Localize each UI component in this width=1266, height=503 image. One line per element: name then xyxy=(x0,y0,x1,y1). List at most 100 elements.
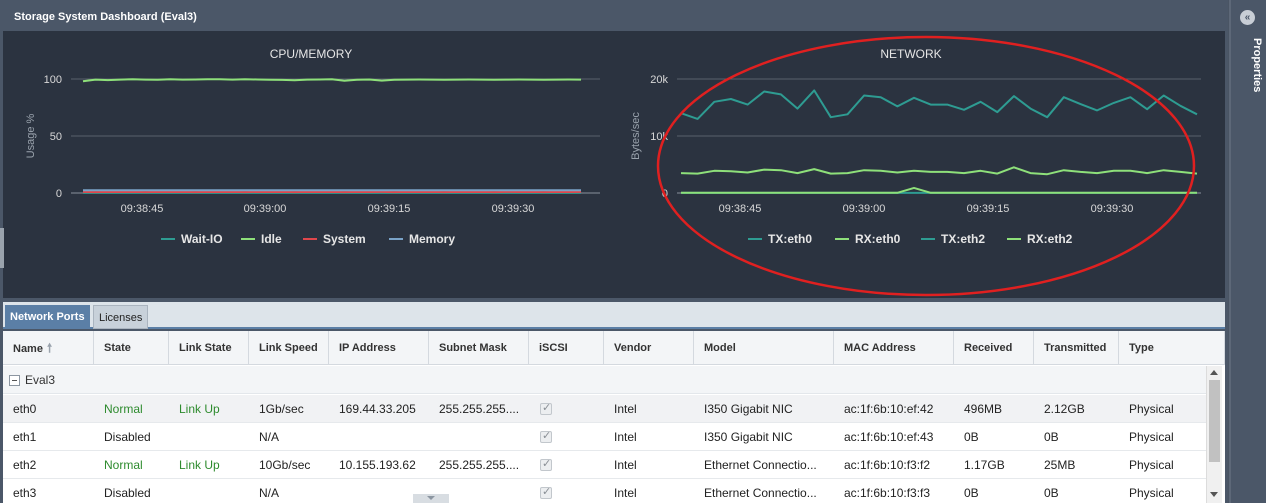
cell-subnet-mask xyxy=(429,423,529,451)
column-header-label: Name xyxy=(13,343,43,355)
network-ports-table: Name 🠕 State Link State Link Speed IP Add… xyxy=(3,331,1225,503)
cell-vendor: Intel xyxy=(614,402,637,416)
x-tick-label: 09:39:30 xyxy=(492,203,535,215)
cell-link-state: Link Up xyxy=(179,402,220,416)
column-header-ip-address[interactable]: IP Address xyxy=(329,331,429,365)
x-tick-label: 09:39:15 xyxy=(967,203,1010,215)
column-header-state[interactable]: State xyxy=(94,331,169,365)
cell-model: Ethernet Connectio... xyxy=(704,458,817,472)
cell-mac-address: ac:1f:6b:10:ef:43 xyxy=(844,430,934,444)
column-header-vendor[interactable]: Vendor xyxy=(604,331,694,365)
series-line-tx-eth0 xyxy=(680,89,1198,120)
legend-item: TX:eth2 xyxy=(941,232,985,246)
cell-type: Physical xyxy=(1129,402,1174,416)
column-header-model[interactable]: Model xyxy=(694,331,834,365)
x-tick-label: 09:38:45 xyxy=(121,203,164,215)
scroll-down-arrow-icon[interactable] xyxy=(1210,492,1218,497)
legend-item: Wait-IO xyxy=(181,232,223,246)
cell-mac-address: ac:1f:6b:10:f3:f2 xyxy=(844,458,931,472)
cell-state: Normal xyxy=(104,402,143,416)
cell-link-state xyxy=(169,423,249,451)
tab-network-ports[interactable]: Network Ports xyxy=(5,305,90,329)
cell-transmitted: 2.12GB xyxy=(1044,402,1085,416)
cell-link-state: Link Up xyxy=(179,458,220,472)
legend-item: Idle xyxy=(261,232,282,246)
cell-vendor: Intel xyxy=(614,430,637,444)
column-header-link-state[interactable]: Link State xyxy=(169,331,249,365)
cell-ip-address: 169.44.33.205 xyxy=(339,402,416,416)
left-resize-handle[interactable] xyxy=(0,228,4,268)
cell-link-speed: 1Gb/sec xyxy=(259,402,304,416)
column-header-mac-address[interactable]: MAC Address xyxy=(834,331,954,365)
column-header-iscsi[interactable]: iSCSI xyxy=(529,331,604,365)
cell-type: Physical xyxy=(1129,458,1174,472)
bottom-resize-handle[interactable] xyxy=(413,494,449,503)
y-tick-label: 50 xyxy=(50,131,62,143)
bottom-tabs: Network Ports Licenses xyxy=(3,302,1225,329)
table-row[interactable]: eth1 Disabled N/A Intel I350 Gigabit NIC… xyxy=(3,423,1207,451)
group-row[interactable]: Eval3 xyxy=(3,366,1207,394)
cell-link-state xyxy=(169,479,249,503)
column-header-subnet-mask[interactable]: Subnet Mask xyxy=(429,331,529,365)
x-tick-label: 09:39:15 xyxy=(368,203,411,215)
table-header: Name 🠕 State Link State Link Speed IP Add… xyxy=(3,331,1225,365)
legend-item: Memory xyxy=(409,232,455,246)
window-title: Storage System Dashboard (Eval3) xyxy=(3,3,1225,31)
series-line-rx-eth2 xyxy=(681,186,1197,194)
column-header-received[interactable]: Received xyxy=(954,331,1034,365)
column-header-name[interactable]: Name 🠕 xyxy=(3,331,94,365)
cell-transmitted: 25MB xyxy=(1044,458,1076,472)
collapse-minus-icon[interactable] xyxy=(9,375,20,386)
cell-transmitted: 0B xyxy=(1044,486,1059,500)
properties-side-panel: « Properties xyxy=(1229,0,1266,503)
x-tick-label: 09:38:45 xyxy=(719,203,762,215)
iscsi-checkbox[interactable] xyxy=(540,401,552,415)
series-line-idle xyxy=(82,78,582,83)
column-header-type[interactable]: Type xyxy=(1119,331,1225,365)
x-tick-label: 09:39:00 xyxy=(843,203,886,215)
chart-title: NETWORK xyxy=(880,47,941,61)
charts-area: CPU/MEMORY 100 50 0 Usage % 09:38:45 09:39:00 0… xyxy=(3,31,1225,298)
y-tick-label: 20k xyxy=(650,74,668,86)
cell-received: 0B xyxy=(964,486,979,500)
properties-label[interactable]: Properties xyxy=(1233,38,1263,92)
iscsi-checkbox[interactable] xyxy=(540,429,552,443)
scroll-up-arrow-icon[interactable] xyxy=(1210,370,1218,375)
cell-vendor: Intel xyxy=(614,486,637,500)
collapse-double-chevron-icon[interactable]: « xyxy=(1240,10,1255,25)
cell-subnet-mask: 255.255.255.... xyxy=(439,402,520,416)
cell-mac-address: ac:1f:6b:10:f3:f3 xyxy=(844,486,931,500)
cell-link-speed: N/A xyxy=(259,430,280,444)
cell-received: 0B xyxy=(964,430,979,444)
chart-title: CPU/MEMORY xyxy=(270,47,352,61)
cell-received: 496MB xyxy=(964,402,1003,416)
cell-link-speed: 10Gb/sec xyxy=(259,458,311,472)
iscsi-checkbox[interactable] xyxy=(540,485,552,499)
legend-item: RX:eth2 xyxy=(1027,232,1073,246)
cell-state: Disabled xyxy=(104,486,151,500)
cell-transmitted: 0B xyxy=(1044,430,1059,444)
tab-licenses[interactable]: Licenses xyxy=(93,305,149,329)
cell-name: eth1 xyxy=(13,430,37,444)
table-row[interactable]: eth2 Normal Link Up 10Gb/sec 10.155.193.… xyxy=(3,451,1207,479)
x-tick-label: 09:39:00 xyxy=(244,203,287,215)
cell-type: Physical xyxy=(1129,430,1174,444)
cpu-memory-chart: CPU/MEMORY 100 50 0 Usage % 09:38:45 09:39:00 0… xyxy=(25,47,600,246)
group-label: Eval3 xyxy=(25,373,56,387)
sort-up-arrow-icon: 🠕 xyxy=(46,341,53,355)
y-tick-label: 0 xyxy=(56,188,62,200)
cell-state: Normal xyxy=(104,458,143,472)
scroll-thumb[interactable] xyxy=(1209,380,1220,462)
iscsi-checkbox[interactable] xyxy=(540,457,552,471)
legend-item: RX:eth0 xyxy=(855,232,901,246)
series-line-rx-eth0 xyxy=(680,166,1198,176)
column-header-link-speed[interactable]: Link Speed xyxy=(249,331,329,365)
column-header-transmitted[interactable]: Transmitted xyxy=(1034,331,1119,365)
cell-link-speed: N/A xyxy=(259,486,280,500)
cell-state: Disabled xyxy=(104,430,151,444)
cell-name: eth0 xyxy=(13,402,37,416)
table-scrollbar[interactable] xyxy=(1206,366,1222,503)
table-row[interactable]: eth3 Disabled N/A Intel Ethernet Connect… xyxy=(3,479,1207,503)
y-axis-label: Bytes/sec xyxy=(630,112,642,160)
table-row[interactable]: eth0 Normal Link Up 1Gb/sec 169.44.33.20… xyxy=(3,395,1207,423)
